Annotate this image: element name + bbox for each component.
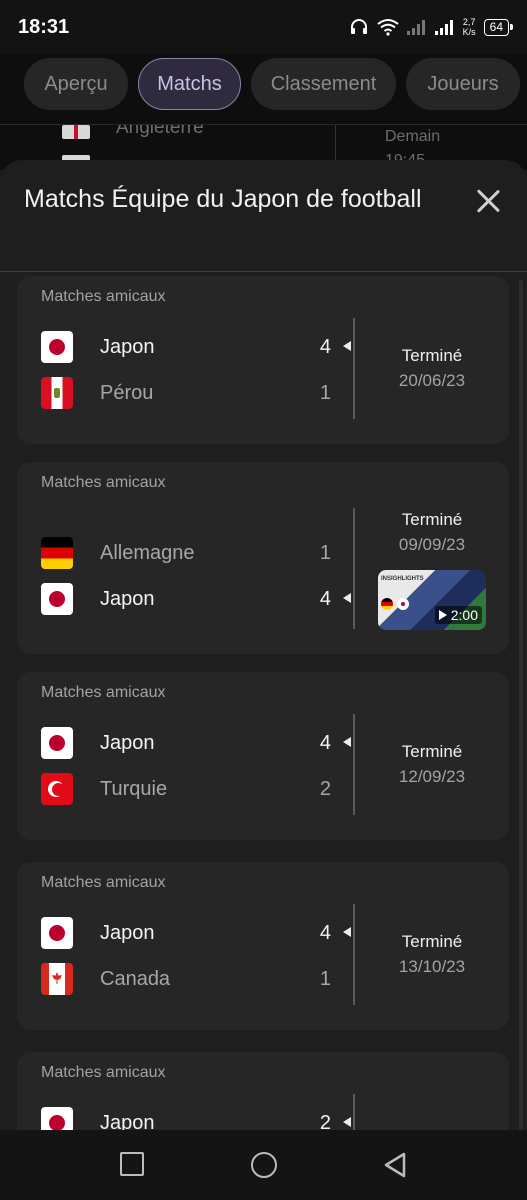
match-status: Terminé [401, 510, 463, 529]
japan-flag-icon [41, 331, 73, 363]
navigation-bar [0, 1130, 527, 1200]
team-row-home: Japon 4 [41, 916, 331, 950]
team-score: 1 [319, 967, 331, 990]
japan-flag-icon [41, 583, 73, 615]
recent-apps-icon[interactable] [120, 1152, 144, 1176]
match-status: Terminé [401, 346, 463, 365]
match-status: Terminé [401, 742, 463, 761]
status-time: 18:31 [18, 15, 70, 38]
close-icon[interactable] [475, 188, 501, 214]
match-card[interactable]: Matches amicaux Japon 4 Pérou 1 Terminé … [17, 276, 509, 444]
match-date: 20/06/23 [398, 371, 466, 390]
signal-icon [406, 20, 425, 35]
divider [353, 1094, 355, 1130]
winner-arrow-icon [343, 927, 351, 937]
wifi-icon [377, 19, 399, 36]
team-row-home: Japon 2 [41, 1106, 331, 1130]
team-name: Japon [100, 731, 155, 754]
sheet-header: Matchs Équipe du Japon de football [0, 160, 527, 272]
tab-joueurs[interactable]: Joueurs [406, 58, 520, 110]
team-row-away: Japon 4 [41, 582, 331, 616]
net-speed-unit: K/s [462, 27, 476, 37]
divider [353, 904, 355, 1005]
germany-flag-icon [41, 537, 73, 569]
team-row-home: Japon 4 [41, 330, 331, 364]
competition-label: Matches amicaux [41, 684, 166, 701]
video-label: INSIGHLIGHTS [381, 576, 424, 582]
competition-label: Matches amicaux [41, 874, 166, 891]
turkey-flag-icon [41, 773, 73, 805]
video-duration: 2:00 [434, 606, 482, 624]
sheet-title: Matchs Équipe du Japon de football [24, 185, 422, 213]
scrollbar[interactable] [519, 280, 523, 1130]
divider [353, 714, 355, 815]
winner-arrow-icon [343, 593, 351, 603]
battery-icon: 64 [483, 18, 514, 36]
competition-label: Matches amicaux [41, 1064, 166, 1081]
team-row-away: Canada 1 [41, 962, 331, 996]
divider [353, 318, 355, 419]
team-score: 4 [319, 731, 331, 754]
play-icon [438, 610, 447, 620]
team-name: Canada [100, 967, 171, 990]
team-name: Pérou [100, 381, 154, 404]
headset-icon [350, 19, 367, 34]
match-card[interactable]: Matches amicaux Japon 4 Turquie 2 Termin… [17, 672, 509, 840]
japan-flag-icon [397, 598, 409, 610]
matches-sheet: Matchs Équipe du Japon de football Match… [0, 160, 527, 1130]
background-team-name: Angleterre [116, 124, 204, 138]
team-score: 2 [319, 1111, 331, 1131]
team-row-away: Pérou 1 [41, 376, 331, 410]
team-score: 4 [319, 921, 331, 944]
match-date: 09/09/23 [398, 535, 466, 554]
back-icon[interactable] [383, 1152, 407, 1178]
team-row-away: Turquie 2 [41, 772, 331, 806]
match-card[interactable]: Matches amicaux Japon 4 Canada 1 Terminé… [17, 862, 509, 1030]
competition-label: Matches amicaux [41, 474, 166, 491]
match-card[interactable]: Matches amicaux Japon 2 [17, 1052, 509, 1130]
tab-classement[interactable]: Classement [251, 58, 396, 110]
match-card[interactable]: Matches amicaux Allemagne 1 Japon 4 Term… [17, 462, 509, 654]
highlights-video-thumbnail[interactable]: INSIGHLIGHTS 2:00 [378, 570, 486, 630]
peru-flag-icon [41, 377, 73, 409]
team-row-home: Allemagne 1 [41, 536, 331, 570]
team-score: 4 [319, 335, 331, 358]
team-score: 4 [319, 587, 331, 610]
winner-arrow-icon [343, 737, 351, 747]
canada-flag-icon [41, 963, 73, 995]
signal-icon [434, 20, 453, 35]
japan-flag-icon [41, 1107, 73, 1130]
home-icon[interactable] [251, 1152, 277, 1178]
japan-flag-icon [41, 727, 73, 759]
tabs-bar: Aperçu Matchs Classement Joueurs [0, 54, 527, 124]
team-score: 1 [319, 541, 331, 564]
team-name: Japon [100, 587, 155, 610]
team-score: 1 [319, 381, 331, 404]
background-match-day: Demain [385, 128, 441, 145]
video-duration-text: 2:00 [450, 607, 478, 623]
status-icons: 2,7 K/s 64 [349, 17, 514, 37]
winner-arrow-icon [343, 1117, 351, 1127]
tab-apercu[interactable]: Aperçu [24, 58, 128, 110]
divider [353, 508, 355, 629]
net-speed: 2,7 K/s [463, 17, 476, 37]
team-name: Japon [100, 335, 155, 358]
winner-arrow-icon [343, 341, 351, 351]
japan-flag-icon [41, 917, 73, 949]
team-score: 2 [319, 777, 331, 800]
match-status: Terminé [401, 932, 463, 951]
status-bar: 18:31 2,7 K/s 64 [0, 0, 527, 54]
team-name: Allemagne [100, 541, 195, 564]
match-date: 13/10/23 [398, 957, 466, 976]
team-name: Japon [100, 1111, 155, 1131]
net-speed-value: 2,7 [462, 17, 476, 27]
england-flag-icon [62, 125, 90, 139]
match-date: 12/09/23 [398, 767, 466, 786]
team-row-home: Japon 4 [41, 726, 331, 760]
germany-flag-icon [381, 598, 393, 610]
tab-matchs[interactable]: Matchs [138, 58, 241, 110]
competition-label: Matches amicaux [41, 288, 166, 305]
team-name: Japon [100, 921, 155, 944]
team-name: Turquie [100, 777, 168, 800]
